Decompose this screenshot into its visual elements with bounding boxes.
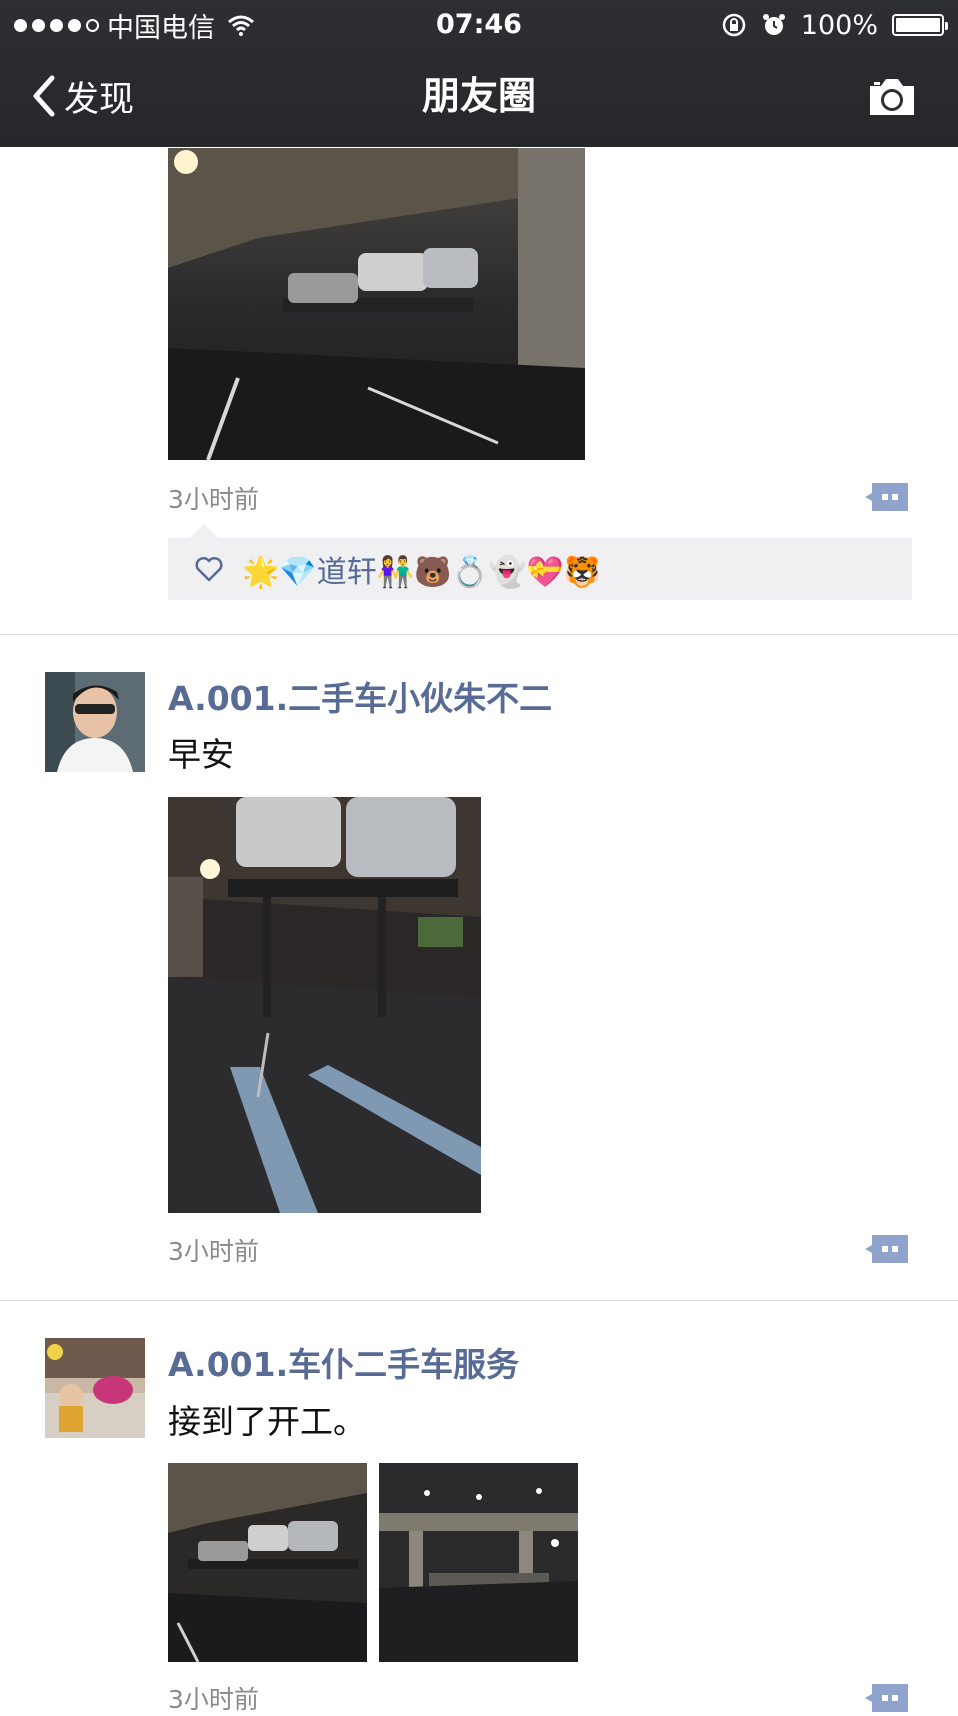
battery-label: 100%: [800, 9, 878, 41]
post-photo[interactable]: [168, 797, 481, 1213]
post-photo[interactable]: [379, 1463, 578, 1662]
avatar[interactable]: [45, 672, 145, 772]
post-divider: [0, 1300, 958, 1301]
post-text: 早安: [168, 735, 234, 774]
comment-icon[interactable]: [864, 1233, 910, 1265]
post-photo[interactable]: [168, 148, 585, 460]
avatar[interactable]: [45, 1338, 145, 1438]
comment-icon[interactable]: [864, 481, 910, 513]
comment-icon[interactable]: [864, 1682, 910, 1714]
post-time: 3小时前: [168, 1237, 259, 1266]
likes-box: 🌟💎道轩👫🐻💍👻💝🐯: [168, 524, 912, 600]
status-right: 100%: [721, 6, 948, 44]
post-photo[interactable]: [168, 1463, 367, 1662]
post-divider: [0, 634, 958, 635]
post-time: 3小时前: [168, 1685, 259, 1714]
battery-icon: [892, 14, 948, 36]
alarm-icon: [762, 14, 785, 35]
author-name[interactable]: A.001.车仆二手车服务: [168, 1338, 519, 1386]
post-time: 3小时前: [168, 485, 259, 514]
post-text: 接到了开工。: [168, 1402, 366, 1441]
author-name[interactable]: A.001.二手车小伙朱不二: [168, 672, 552, 720]
likes-list[interactable]: 🌟💎道轩👫🐻💍👻💝🐯: [242, 547, 601, 591]
camera-icon[interactable]: [866, 76, 918, 118]
heart-icon: [195, 556, 223, 582]
orientation-lock-icon: [722, 13, 746, 37]
page-title: 朋友圈: [421, 74, 536, 118]
top-bar: 中国电信 07:46 100% 发现 朋友圈: [0, 0, 958, 147]
